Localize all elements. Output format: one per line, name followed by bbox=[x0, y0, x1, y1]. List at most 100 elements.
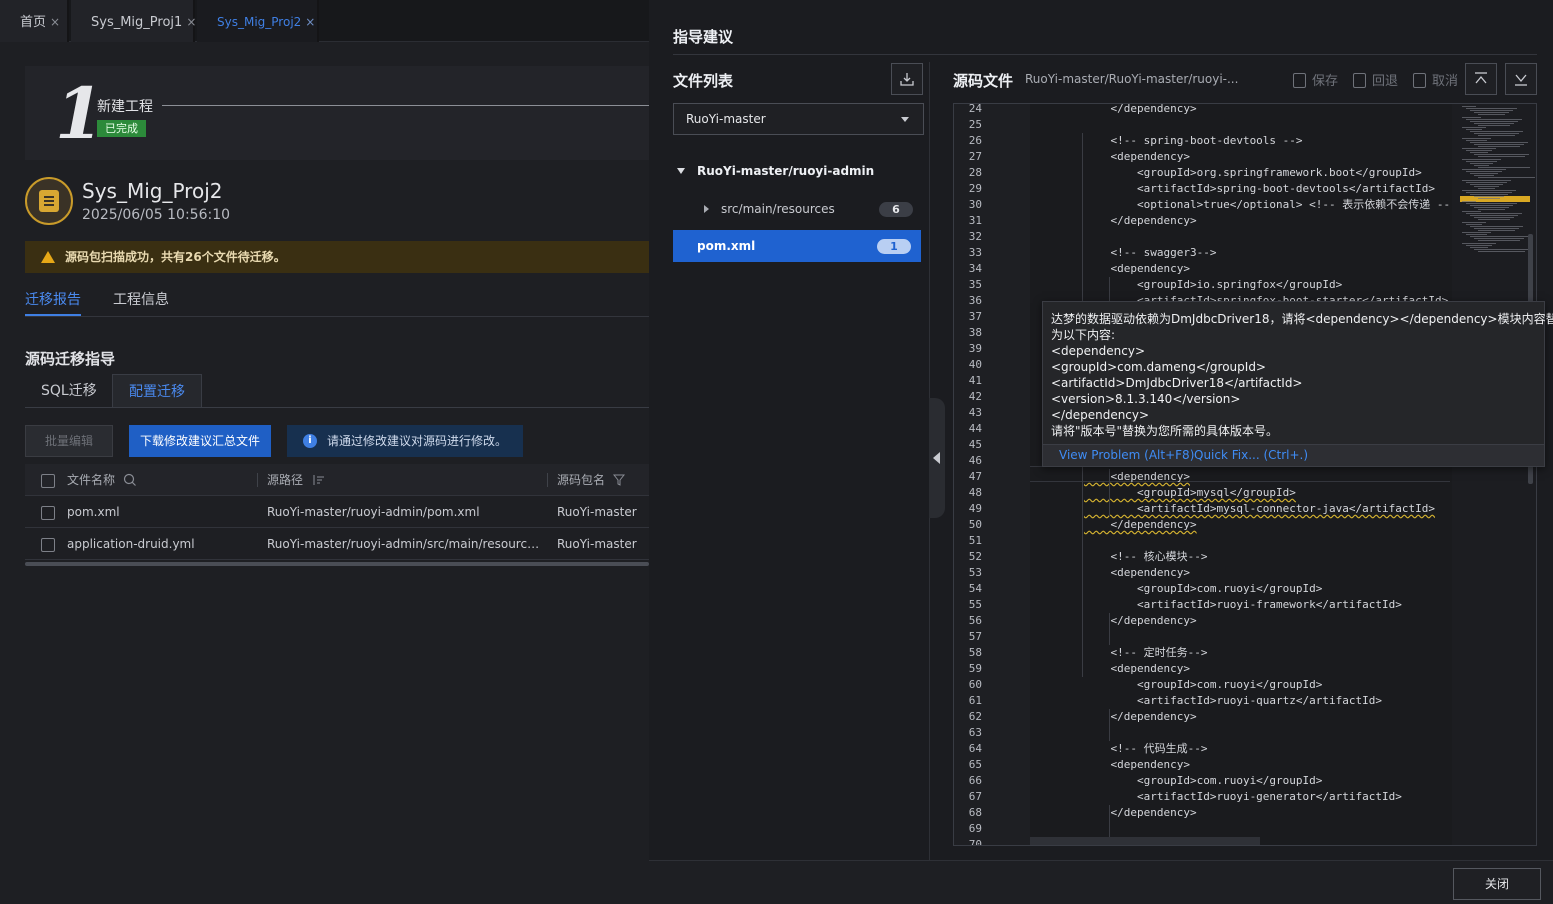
close-button[interactable]: 关闭 bbox=[1453, 868, 1541, 900]
minimap-line bbox=[1474, 227, 1519, 229]
minimap-line bbox=[1462, 179, 1511, 181]
warning-icon bbox=[41, 251, 55, 263]
line-number: 67 bbox=[968, 790, 982, 803]
tab-proj2[interactable]: Sys_Mig_Proj2 × bbox=[197, 0, 319, 42]
tree-node-pom-selected[interactable]: pom.xml 1 bbox=[673, 230, 921, 262]
tab-migration-report[interactable]: 迁移报告 bbox=[25, 289, 81, 309]
column-label: 源码包名 bbox=[557, 473, 606, 487]
line-number: 25 bbox=[968, 118, 982, 131]
row-checkbox[interactable] bbox=[41, 538, 55, 552]
info-icon: i bbox=[303, 434, 317, 448]
code-line: </dependency> bbox=[1084, 104, 1197, 115]
minimap-line bbox=[1478, 124, 1510, 126]
select-all-checkbox[interactable] bbox=[41, 474, 55, 488]
line-number: 31 bbox=[968, 214, 982, 227]
line-number: 46 bbox=[968, 454, 982, 467]
save-button[interactable]: 保存 bbox=[1293, 70, 1338, 89]
minimap-line bbox=[1470, 246, 1488, 248]
line-number: 53 bbox=[968, 566, 982, 579]
cell-filename: pom.xml bbox=[67, 505, 120, 519]
code-line: <dependency> bbox=[1084, 262, 1190, 275]
arrow-up-icon bbox=[1475, 72, 1487, 84]
step-card: 1 新建工程 已完成 bbox=[25, 66, 649, 160]
tree-node-label: RuoYi-master/ruoyi-admin bbox=[697, 164, 875, 178]
line-number: 48 bbox=[968, 486, 982, 499]
indent-guide bbox=[1109, 805, 1110, 837]
caret-down-icon[interactable] bbox=[677, 168, 685, 174]
minimap-line bbox=[1474, 175, 1494, 177]
search-icon[interactable] bbox=[123, 473, 137, 487]
tab-proj1[interactable]: Sys_Mig_Proj1 × bbox=[71, 0, 196, 42]
line-number: 59 bbox=[968, 662, 982, 675]
sort-icon[interactable] bbox=[311, 474, 325, 486]
prev-issue-button[interactable] bbox=[1465, 63, 1497, 95]
tree-node-resources[interactable]: src/main/resources 6 bbox=[673, 196, 923, 222]
table-row[interactable]: application-druid.yml RuoYi-master/ruoyi… bbox=[25, 528, 649, 560]
code-line: <!-- 核心模块--> bbox=[1084, 550, 1208, 563]
cell-package: RuoYi-master bbox=[557, 537, 637, 551]
view-problem-link[interactable]: View Problem (Alt+F8) bbox=[1059, 448, 1194, 462]
minimap-line bbox=[1474, 143, 1524, 145]
warning-text: 源码包扫描成功，共有26个文件待迁移。 bbox=[65, 250, 286, 264]
code-line: </dependency> bbox=[1084, 710, 1197, 723]
next-issue-button[interactable] bbox=[1505, 63, 1537, 95]
minimap-line bbox=[1466, 213, 1522, 215]
minimap-line bbox=[1466, 118, 1522, 120]
tab-project-info[interactable]: 工程信息 bbox=[113, 289, 169, 309]
close-icon[interactable]: × bbox=[186, 15, 196, 29]
code-editor[interactable]: 24 25 26 27 28 29 30 31 32 33 34 35 36 37 38 39 40 41 42 43… bbox=[953, 103, 1537, 846]
tree-node-root[interactable]: RuoYi-master/ruoyi-admin bbox=[673, 158, 923, 184]
import-button[interactable] bbox=[891, 63, 923, 95]
code-area[interactable]: </dependency> <!-- spring-boot-devtools … bbox=[1030, 104, 1450, 845]
line-number: 49 bbox=[968, 502, 982, 515]
project-name: Sys_Mig_Proj2 bbox=[82, 179, 223, 203]
batch-edit-button[interactable]: 批量编辑 bbox=[25, 425, 113, 457]
code-line: </dependency> bbox=[1084, 806, 1197, 819]
minimap-line bbox=[1470, 162, 1493, 164]
table-scrollbar[interactable] bbox=[25, 562, 649, 566]
code-line: <groupId>com.ruoyi</groupId> bbox=[1084, 678, 1323, 691]
subtab-config[interactable]: 配置迁移 bbox=[112, 374, 202, 408]
app-root: 首页 × Sys_Mig_Proj1 × Sys_Mig_Proj2 × 1 新建工程… bbox=[0, 0, 1553, 904]
minimap-line bbox=[1474, 206, 1509, 208]
minimap-line bbox=[1470, 225, 1523, 227]
tab-label: Sys_Mig_Proj2 bbox=[217, 15, 302, 29]
code-line: <groupId>com.ruoyi</groupId> bbox=[1084, 774, 1323, 787]
revert-button[interactable]: 回退 bbox=[1353, 70, 1398, 89]
filter-icon[interactable] bbox=[612, 474, 625, 486]
caret-right-icon[interactable] bbox=[704, 205, 709, 213]
row-checkbox[interactable] bbox=[41, 506, 55, 520]
minimap-line bbox=[1478, 114, 1505, 116]
close-icon[interactable]: × bbox=[305, 15, 315, 29]
package-select[interactable]: RuoYi-master bbox=[673, 103, 924, 135]
code-line: <optional>true</optional> <!-- 表示依赖不会传递 … bbox=[1084, 198, 1450, 211]
status-badge: 已完成 bbox=[97, 120, 146, 137]
line-number: 52 bbox=[968, 550, 982, 563]
table-row[interactable]: pom.xml RuoYi-master/ruoyi-admin/pom.xml… bbox=[25, 496, 649, 528]
minimap-line bbox=[1462, 200, 1476, 202]
code-line: <!-- spring-boot-devtools --> bbox=[1084, 134, 1303, 147]
line-number: 38 bbox=[968, 326, 982, 339]
line-number: 44 bbox=[968, 422, 982, 435]
subtab-sql[interactable]: SQL迁移 bbox=[25, 374, 113, 408]
tooltip-line: <artifactId>DmJdbcDriver18</artifactId> bbox=[1051, 376, 1303, 390]
cancel-button[interactable]: 取消 bbox=[1413, 70, 1458, 89]
tooltip-line: <version>8.1.3.140</version> bbox=[1051, 392, 1241, 406]
collapse-handle[interactable] bbox=[929, 398, 945, 518]
tab-divider bbox=[25, 316, 649, 317]
indent-guide bbox=[1109, 469, 1110, 517]
line-number: 33 bbox=[968, 246, 982, 259]
minimap-line bbox=[1474, 217, 1514, 219]
minimap-line bbox=[1470, 110, 1513, 112]
code-line: </dependency> bbox=[1084, 614, 1197, 627]
horizontal-scrollbar[interactable] bbox=[1030, 837, 1260, 845]
tab-home[interactable]: 首页 × bbox=[0, 0, 69, 42]
line-number: 57 bbox=[968, 630, 982, 643]
file-list-title: 文件列表 bbox=[673, 72, 734, 90]
download-summary-button[interactable]: 下载修改建议汇总文件 bbox=[129, 425, 271, 457]
close-icon[interactable]: × bbox=[50, 15, 60, 29]
line-number: 40 bbox=[968, 358, 982, 371]
minimap[interactable] bbox=[1452, 104, 1536, 845]
line-number: 64 bbox=[968, 742, 982, 755]
quick-fix-link[interactable]: Quick Fix... (Ctrl+.) bbox=[1194, 448, 1308, 462]
